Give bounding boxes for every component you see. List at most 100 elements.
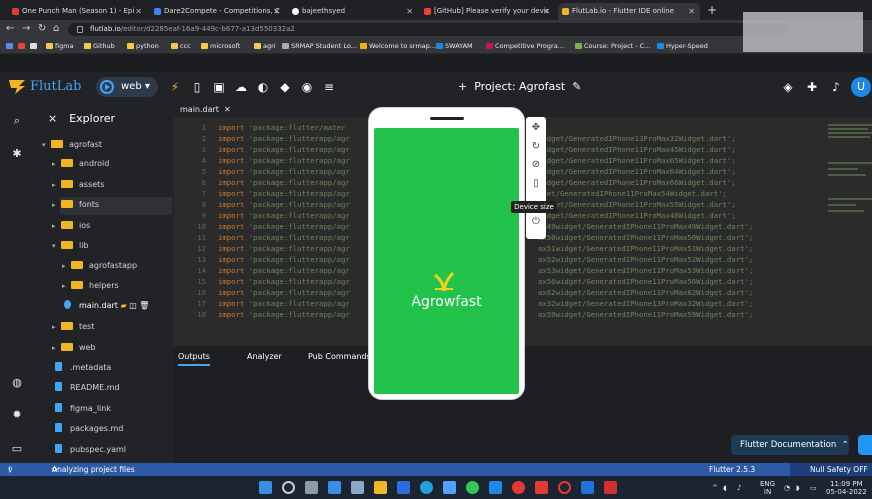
flash-icon[interactable]: ⚡ <box>167 79 183 95</box>
brave-icon[interactable] <box>535 481 548 494</box>
tree-item-pubspec[interactable]: pubspec.yaml <box>55 442 126 458</box>
task-view-icon[interactable] <box>305 481 318 494</box>
monitor-icon[interactable]: ▭ <box>10 442 24 456</box>
new-file-icon[interactable]: ◫ <box>129 301 137 310</box>
close-icon[interactable]: ✕ <box>224 105 231 114</box>
tree-item-main-dart[interactable]: main.dart ▰ ◫ 🗑 <box>64 298 149 314</box>
tree-item-agrofast[interactable]: ▾ agrofast <box>42 137 102 153</box>
battery-icon[interactable]: ▭ <box>810 484 817 492</box>
reload-icon[interactable]: ↻ <box>38 23 46 34</box>
tree-item-metadata[interactable]: .metadata <box>55 360 111 376</box>
app-icon[interactable] <box>489 481 502 494</box>
tree-item-lib[interactable]: ▾ lib <box>52 238 89 254</box>
volume-icon[interactable]: ◖ <box>723 484 727 492</box>
power-icon[interactable]: ⏻ <box>526 215 546 229</box>
wifi-icon[interactable]: ◔ <box>784 484 790 492</box>
bookmark-figma[interactable]: figma <box>46 41 74 52</box>
widgets-icon[interactable] <box>328 481 341 494</box>
browser-tab[interactable]: One Punch Man (Season 1) - Epi ✕ <box>8 3 147 20</box>
browser-tab[interactable]: bajeethsyed ✕ <box>288 3 418 20</box>
tree-item-readme[interactable]: README.md <box>55 380 120 396</box>
flutter-docs-button[interactable]: Flutter Documentation ⌃ <box>731 435 849 455</box>
editor-tab-main-dart[interactable]: main.dart ✕ <box>180 103 231 116</box>
mic-icon[interactable]: ♪ <box>737 484 741 492</box>
bell-icon[interactable]: ♪ <box>828 79 844 95</box>
tree-item-assets[interactable]: ▸ assets <box>52 177 104 193</box>
device-size-icon[interactable]: ▯ <box>526 177 546 191</box>
settings-icon[interactable]: ◉ <box>299 79 315 95</box>
bookmark-microsoft[interactable]: microsoft <box>201 41 240 52</box>
url-field[interactable]: flutlab.io/editor/d2285eaf-16a9-449c-b67… <box>68 23 788 36</box>
tree-item-web[interactable]: ▸ web <box>52 340 96 356</box>
save-icon[interactable]: ▣ <box>211 79 227 95</box>
cloud-upload-icon[interactable]: ☁ <box>233 79 249 95</box>
explorer-header[interactable]: ⨯ Explorer <box>48 112 115 126</box>
bookmark-hyperspeed[interactable]: Hyper-Speed <box>657 41 708 52</box>
windows-start-icon[interactable] <box>259 481 272 494</box>
run-target-selector[interactable]: web ▾ <box>96 77 158 97</box>
app-icon[interactable] <box>443 481 456 494</box>
bug-icon[interactable]: ✹ <box>10 408 24 422</box>
edge-icon[interactable] <box>420 481 433 494</box>
close-icon[interactable]: ✕ <box>543 3 550 20</box>
bookmark-srmap[interactable]: SRMAP Student Lo... <box>282 41 357 52</box>
tree-item-agrofastapp[interactable]: ▸ agrofastapp <box>62 258 137 274</box>
phone-icon[interactable]: ▯ <box>189 79 205 95</box>
close-icon[interactable]: ✕ <box>135 3 142 20</box>
chat-button[interactable] <box>858 435 872 455</box>
back-icon[interactable]: ← <box>6 23 14 34</box>
null-safety-status[interactable]: Null Safety OFF <box>790 463 872 476</box>
bookmark-python[interactable]: python <box>127 41 159 52</box>
bookmark-course[interactable]: Course: Project - C... <box>575 41 650 52</box>
tab-analyzer[interactable]: Analyzer <box>247 350 282 364</box>
app-screen[interactable]: Agrowfast <box>374 128 519 394</box>
close-icon[interactable]: ✕ <box>688 3 695 20</box>
tree-item-helpers[interactable]: ▸ helpers <box>62 278 119 294</box>
run-file-icon[interactable]: ▰ <box>120 301 126 310</box>
language-indicator[interactable]: ENG IN <box>760 480 775 496</box>
project-title[interactable]: + Project: Agrofast ✎ <box>458 79 581 95</box>
gear-icon[interactable]: ✱ <box>10 147 24 161</box>
menu-icon[interactable]: ≡ <box>321 79 337 95</box>
chrome-icon[interactable] <box>512 481 525 494</box>
tree-item-ios[interactable]: ▸ ios <box>52 218 90 234</box>
block-icon[interactable]: ⊘ <box>526 158 546 172</box>
pdf-icon[interactable] <box>604 481 617 494</box>
tree-item-figma-link[interactable]: figma_link <box>55 401 111 417</box>
bookmark-github[interactable]: Github <box>84 41 115 52</box>
move-icon[interactable]: ✥ <box>526 121 546 135</box>
firebase-icon[interactable]: ◆ <box>277 79 293 95</box>
new-tab-button[interactable]: + <box>707 3 717 17</box>
add-user-icon[interactable]: ✚ <box>804 79 820 95</box>
tree-item-android[interactable]: ▸ android <box>52 156 109 172</box>
tab-pub-commands[interactable]: Pub Commands <box>308 350 371 364</box>
tree-item-fonts[interactable]: ▸ fonts <box>52 197 99 213</box>
tree-item-test[interactable]: ▸ test <box>52 319 94 335</box>
file-explorer-icon[interactable] <box>374 481 387 494</box>
flutter-icon[interactable]: ◍ <box>10 376 24 390</box>
github-icon[interactable]: ◐ <box>255 79 271 95</box>
bookmark-swayam[interactable]: SWAYAM <box>436 41 473 52</box>
store-icon[interactable] <box>351 481 364 494</box>
opera-icon[interactable] <box>558 481 571 494</box>
search-icon[interactable] <box>282 481 295 494</box>
teams-icon[interactable] <box>397 481 410 494</box>
rotate-icon[interactable]: ↻ <box>526 140 546 154</box>
close-icon[interactable]: ✕ <box>406 3 413 20</box>
flutter-version[interactable]: Flutter 2.5.3 <box>709 463 755 476</box>
bookmark-ccc[interactable]: ccc <box>171 41 191 52</box>
browser-tab[interactable]: Dare2Compete - Competitions, C ✕ <box>150 3 285 20</box>
close-icon[interactable]: ✕ <box>273 3 280 20</box>
tray-chevron-icon[interactable]: ^ <box>712 484 718 492</box>
avatar[interactable]: U <box>851 77 871 97</box>
clock[interactable]: 11:09 PM 05-04-2022 <box>826 480 867 496</box>
tree-item-packages[interactable]: packages.md <box>55 421 123 437</box>
forward-icon[interactable]: → <box>22 23 30 34</box>
search-icon[interactable]: ⌕ <box>10 114 24 128</box>
tab-outputs[interactable]: Outputs <box>178 350 210 366</box>
bookmark-agri[interactable]: agri <box>254 41 276 52</box>
word-icon[interactable] <box>581 481 594 494</box>
bookmark-competitive[interactable]: Competitive Progra... <box>486 41 564 52</box>
layers-icon[interactable]: ◈ <box>780 79 796 95</box>
whatsapp-icon[interactable] <box>466 481 479 494</box>
